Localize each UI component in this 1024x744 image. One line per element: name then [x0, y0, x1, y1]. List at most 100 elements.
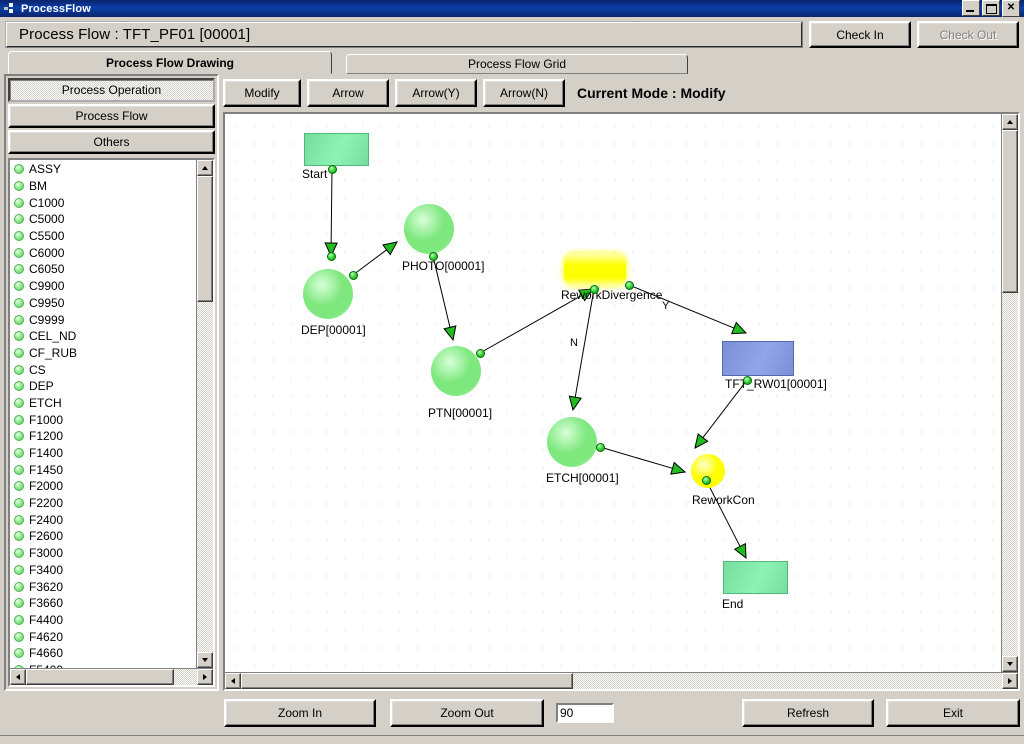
hscroll-thumb[interactable] — [26, 669, 174, 685]
list-item[interactable]: F1400 — [12, 445, 196, 462]
list-item[interactable]: C9900 — [12, 278, 196, 295]
edge-reworkdivergence-etch[interactable] — [575, 289, 594, 397]
sidebar-category-process-operation[interactable]: Process Operation — [8, 78, 215, 102]
list-item[interactable]: F3400 — [12, 562, 196, 579]
tool-modify-button[interactable]: Modify — [223, 79, 301, 107]
list-item[interactable]: CS — [12, 361, 196, 378]
list-item[interactable]: C5500 — [12, 228, 196, 245]
list-item[interactable]: ASSY — [12, 161, 196, 178]
list-item[interactable]: F2600 — [12, 528, 196, 545]
operation-list-vscrollbar[interactable] — [196, 160, 213, 668]
edge-ptn-reworkdivergence[interactable] — [480, 295, 582, 353]
list-item[interactable]: F2400 — [12, 511, 196, 528]
scroll-down-button[interactable] — [197, 652, 213, 668]
sidebar-category-process-flow[interactable]: Process Flow — [8, 104, 215, 128]
canvas-vscrollbar[interactable] — [1001, 114, 1018, 672]
canvas-scroll-up-button[interactable] — [1002, 114, 1018, 130]
canvas-scroll-left-button[interactable] — [225, 673, 241, 689]
exit-button[interactable]: Exit — [886, 699, 1020, 727]
diagram-node-rwdiv[interactable] — [564, 253, 626, 286]
tool-arrow-button[interactable]: Arrow — [307, 79, 389, 107]
hscroll-track[interactable] — [26, 669, 197, 685]
diagram-node-end[interactable] — [723, 561, 788, 594]
list-item-label: ETCH — [29, 396, 62, 410]
connector-rwdiv-y[interactable] — [625, 281, 634, 290]
connector-etch-out[interactable] — [596, 443, 605, 452]
tab-process-flow-grid[interactable]: Process Flow Grid — [346, 54, 688, 74]
list-item[interactable]: F2200 — [12, 495, 196, 512]
list-item[interactable]: F1200 — [12, 428, 196, 445]
scroll-up-button[interactable] — [197, 160, 213, 176]
connector-start-out[interactable] — [328, 165, 337, 174]
check-in-button[interactable]: Check In — [809, 21, 911, 48]
canvas-scroll-down-button[interactable] — [1002, 656, 1018, 672]
list-item[interactable]: F2000 — [12, 478, 196, 495]
canvas-vscroll-track[interactable] — [1002, 130, 1018, 656]
list-item[interactable]: C5000 — [12, 211, 196, 228]
list-item[interactable]: F3660 — [12, 595, 196, 612]
zoom-in-button[interactable]: Zoom In — [224, 699, 376, 727]
list-item[interactable]: F3000 — [12, 545, 196, 562]
minimize-button[interactable] — [962, 0, 980, 16]
green-dot-icon — [14, 214, 24, 224]
connector-photo-out[interactable] — [429, 252, 438, 261]
chevron-left-icon — [231, 678, 235, 684]
list-item[interactable]: C9950 — [12, 295, 196, 312]
refresh-button[interactable]: Refresh — [742, 699, 874, 727]
connector-ptn-out[interactable] — [476, 349, 485, 358]
list-item[interactable]: F1000 — [12, 411, 196, 428]
list-item[interactable]: F1450 — [12, 461, 196, 478]
list-item[interactable]: CEL_ND — [12, 328, 196, 345]
list-item[interactable]: C1000 — [12, 194, 196, 211]
zoom-level-input[interactable] — [556, 703, 614, 723]
connector-rwcon-out[interactable] — [702, 476, 711, 485]
diagram-node-ptn[interactable] — [431, 346, 481, 396]
scroll-left-button[interactable] — [10, 669, 26, 685]
edge-etch-reworkcon[interactable] — [600, 447, 673, 468]
diagram-node-start[interactable] — [304, 133, 369, 166]
list-item-label: C6050 — [29, 262, 64, 276]
list-item[interactable]: F3620 — [12, 578, 196, 595]
list-item[interactable]: C6050 — [12, 261, 196, 278]
list-item[interactable]: C6000 — [12, 244, 196, 261]
list-item[interactable]: F4400 — [12, 612, 196, 629]
green-dot-icon — [14, 164, 24, 174]
connector-rwdiv-n[interactable] — [590, 285, 599, 294]
tab-process-flow-drawing[interactable]: Process Flow Drawing — [8, 51, 332, 74]
list-item[interactable]: ETCH — [12, 395, 196, 412]
diagram-node-etch[interactable] — [547, 417, 597, 467]
connector-tftrw-out[interactable] — [743, 376, 752, 385]
edge-dep-photo[interactable] — [353, 250, 387, 275]
list-item[interactable]: CF_RUB — [12, 345, 196, 362]
operation-list-hscrollbar[interactable] — [10, 668, 213, 685]
vscroll-thumb[interactable] — [197, 176, 213, 302]
operation-list[interactable]: ASSYBMC1000C5000C5500C6000 C6050 C9900C995… — [10, 160, 196, 668]
canvas-hscroll-thumb[interactable] — [241, 673, 573, 689]
close-button[interactable]: ✕ — [1002, 0, 1020, 17]
list-item[interactable]: F4620 — [12, 628, 196, 645]
canvas-scroll-right-button[interactable] — [1002, 673, 1018, 689]
canvas-hscroll-track[interactable] — [241, 673, 1002, 689]
edge-reworkcon-end[interactable] — [706, 480, 740, 546]
diagram-node-photo[interactable] — [404, 204, 454, 254]
tool-arrow-y-button[interactable]: Arrow(Y) — [395, 79, 477, 107]
list-item-label: C6000 — [29, 246, 64, 260]
diagram-node-dep[interactable] — [303, 269, 353, 319]
sidebar-category-others[interactable]: Others — [8, 130, 215, 154]
process-flow-canvas[interactable]: StartDEP[00001]PHOTO[00001]PTN[00001]ETC… — [225, 114, 1001, 672]
list-item[interactable]: F4660 — [12, 645, 196, 662]
canvas-vscroll-thumb[interactable] — [1002, 130, 1018, 293]
list-item[interactable]: BM — [12, 178, 196, 195]
list-item[interactable]: C9999 — [12, 311, 196, 328]
connector-dep-out[interactable] — [349, 271, 358, 280]
scroll-right-button[interactable] — [197, 669, 213, 685]
canvas-hscrollbar[interactable] — [225, 672, 1018, 689]
edge-start-dep[interactable] — [331, 169, 332, 243]
maximize-button[interactable] — [982, 0, 1000, 16]
tool-arrow-n-button[interactable]: Arrow(N) — [483, 79, 565, 107]
connector-dep-in[interactable] — [327, 252, 336, 261]
vscroll-track[interactable] — [197, 176, 213, 652]
zoom-out-button[interactable]: Zoom Out — [390, 699, 544, 727]
list-item[interactable]: DEP — [12, 378, 196, 395]
diagram-node-tftrw[interactable] — [722, 341, 794, 376]
